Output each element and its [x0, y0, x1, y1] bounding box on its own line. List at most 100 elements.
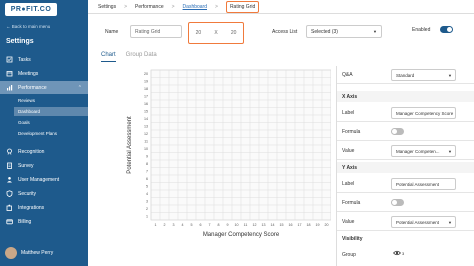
access-list-select[interactable]: Selected (3) ▼	[306, 25, 382, 38]
qa-value: Standard	[396, 72, 415, 78]
toggle-knob	[392, 200, 397, 205]
sidebar-subitem-goals[interactable]: Goals	[18, 120, 30, 125]
y-tick-label: 12	[144, 132, 148, 136]
award-icon	[6, 148, 13, 155]
x-tick-label: 14	[271, 223, 275, 227]
x-tick-label: 5	[191, 223, 193, 227]
x-tick-label: 10	[235, 223, 239, 227]
x-tick-label: 16	[289, 223, 293, 227]
y-value-row: Value Potential Assessment ▼	[337, 213, 474, 231]
grid-size-selector: 20 X 20	[188, 22, 244, 44]
avatar	[5, 247, 17, 259]
shield-icon	[6, 190, 13, 197]
enabled-toggle[interactable]	[440, 26, 453, 33]
x-value-row: Value Manager Competen... ▼	[337, 142, 474, 160]
sidebar-subitem-reviews[interactable]: Reviews	[18, 98, 35, 103]
breadcrumb-dashboard[interactable]: Dashboard	[183, 4, 207, 10]
y-label-value: Potential Assessment	[396, 181, 440, 187]
y-tick-label: 4	[146, 192, 148, 196]
card-icon	[6, 218, 13, 225]
chevron-down-icon: ▼	[448, 72, 452, 78]
back-to-main-menu-link[interactable]: ← Back to main menu	[6, 24, 50, 29]
group-count: 3	[402, 250, 405, 256]
chevron-down-icon: ▼	[448, 148, 452, 154]
x-tick-label: 12	[253, 223, 257, 227]
visibility-header: Visibility	[337, 233, 474, 244]
grid-y-input[interactable]: 20	[231, 30, 237, 36]
sidebar-item-label: Tasks	[18, 56, 31, 63]
tab-group-data[interactable]: Group Data	[126, 52, 157, 62]
y-tick-label: 16	[144, 102, 148, 106]
y-formula-toggle[interactable]	[391, 199, 404, 206]
calendar-icon	[6, 70, 13, 77]
sidebar-item-billing[interactable]: Billing	[0, 215, 88, 228]
y-label-row: Label Potential Assessment	[337, 175, 474, 193]
breadcrumb-separator: >	[124, 3, 127, 10]
y-formula-label: Formula	[342, 199, 361, 206]
sidebar-item-meetings[interactable]: Meetings	[0, 67, 88, 80]
x-axis-header: X Axis	[337, 91, 474, 102]
sidebar-item-label: User Management	[18, 176, 60, 183]
grid-settings-bar: Name Rating Grid 20 X 20 Access List Sel…	[88, 20, 474, 44]
sidebar-item-performance[interactable]: Performance ⌃	[0, 81, 88, 94]
tab-chart[interactable]: Chart	[101, 52, 116, 62]
y-tick-label: 19	[144, 80, 148, 84]
name-input[interactable]: Rating Grid	[130, 25, 182, 38]
y-tick-label: 13	[144, 125, 148, 129]
sidebar: PR●FIT.CO ← Back to main menu Settings T…	[0, 0, 88, 266]
sidebar-item-integrations[interactable]: Integrations	[0, 201, 88, 214]
sidebar-item-security[interactable]: Security	[0, 187, 88, 200]
x-formula-toggle[interactable]	[391, 128, 404, 135]
chevron-down-icon: ▼	[448, 219, 452, 225]
user-profile[interactable]: Matthew Perry	[5, 247, 53, 259]
x-label-input[interactable]: Manager Competency Score	[391, 107, 456, 119]
sidebar-item-tasks[interactable]: Tasks	[0, 53, 88, 66]
x-tick-label: 2	[164, 223, 166, 227]
y-label-label: Label	[342, 180, 355, 187]
y-tick-label: 3	[146, 200, 148, 204]
x-tick-label: 18	[307, 223, 311, 227]
x-axis-label: Manager Competency Score	[203, 232, 280, 238]
y-tick-label: 10	[144, 147, 148, 151]
x-value-select[interactable]: Manager Competen... ▼	[391, 145, 456, 157]
toggle-knob	[447, 27, 452, 32]
user-name: Matthew Perry	[21, 250, 54, 256]
sidebar-item-survey[interactable]: Survey	[0, 159, 88, 172]
sidebar-subitem-dashboard[interactable]: Dashboard	[14, 107, 88, 116]
x-formula-row: Formula	[337, 123, 474, 141]
y-tick-label: 8	[146, 162, 148, 166]
rating-grid-chart[interactable]: 1 2 3 4 5 6 7 8 9 10 11 12 13 14 15 16 17 18 19 20123456789…	[101, 62, 332, 262]
x-tick-label: 11	[244, 223, 248, 227]
y-value-select[interactable]: Potential Assessment ▼	[391, 216, 456, 228]
x-label-row: Label Manager Competency Score	[337, 104, 474, 122]
app: PR●FIT.CO ← Back to main menu Settings T…	[0, 0, 474, 266]
name-label: Name	[105, 29, 119, 35]
y-axis-label: Potential Assessment	[127, 116, 133, 174]
qa-label: Q&A	[342, 71, 353, 78]
y-tick-label: 2	[146, 207, 148, 211]
y-tick-label: 5	[146, 185, 148, 189]
sidebar-item-label: Billing	[18, 218, 32, 225]
checklist-icon	[6, 56, 13, 63]
group-visibility[interactable]: 3	[393, 250, 404, 256]
qa-select[interactable]: Standard ▼	[391, 69, 456, 81]
x-formula-label: Formula	[342, 128, 361, 135]
x-tick-label: 3	[173, 223, 175, 227]
y-tick-label: 1	[146, 215, 148, 219]
sidebar-item-label: Recognition	[18, 148, 45, 155]
x-tick-label: 17	[298, 223, 302, 227]
access-list-value: Selected (3)	[311, 28, 338, 35]
name-input-value: Rating Grid	[135, 28, 161, 35]
y-tick-label: 15	[144, 110, 148, 114]
y-label-input[interactable]: Potential Assessment	[391, 178, 456, 190]
survey-icon	[6, 162, 13, 169]
sidebar-item-user-management[interactable]: User Management	[0, 173, 88, 186]
breadcrumb-settings[interactable]: Settings	[98, 4, 116, 10]
sidebar-item-label: Meetings	[18, 70, 39, 77]
sidebar-subitem-development-plans[interactable]: Development Plans	[18, 131, 57, 136]
grid-x-input[interactable]: 20	[196, 30, 202, 36]
x-value-value: Manager Competen...	[396, 148, 440, 154]
breadcrumb-performance[interactable]: Performance	[135, 4, 164, 10]
sidebar-item-recognition[interactable]: Recognition	[0, 145, 88, 158]
y-axis-header: Y Axis	[337, 162, 474, 173]
